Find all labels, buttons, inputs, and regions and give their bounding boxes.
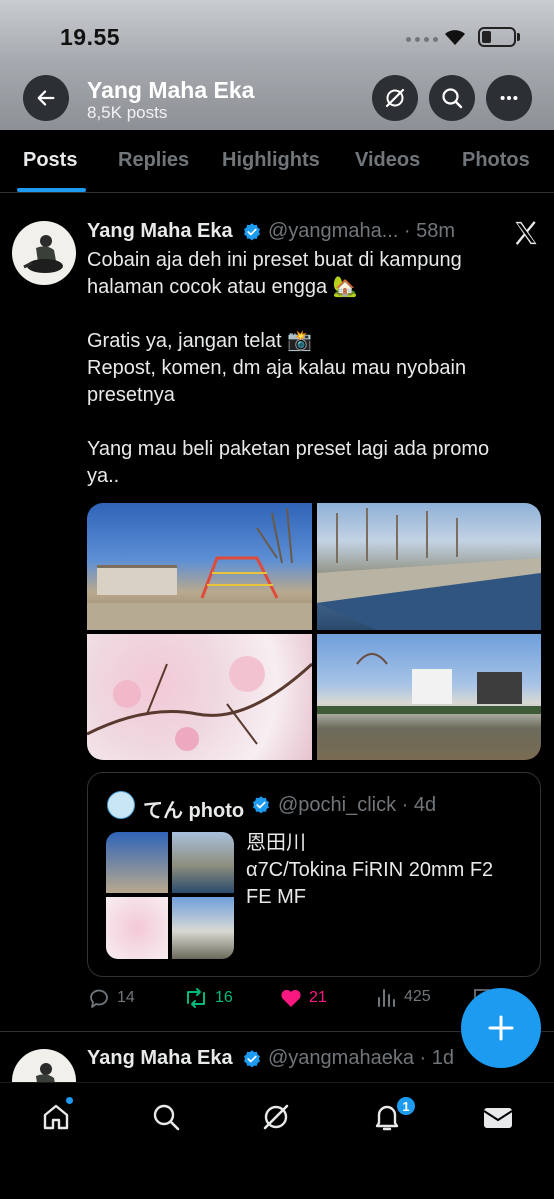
quoted-handle-timestamp: @pochi_click · 4d <box>278 794 437 816</box>
notification-badge: 1 <box>395 1095 417 1117</box>
battery-nub <box>517 33 520 41</box>
wifi-icon <box>445 30 465 45</box>
quoted-photo-grid <box>106 832 234 959</box>
nav-messages[interactable] <box>480 1099 516 1135</box>
quoted-text: 恩田川 α7C/Tokina FiRIN 20mm F2 FE MF <box>246 830 531 911</box>
explore-icon <box>153 1104 180 1131</box>
quoted-avatar <box>107 791 135 819</box>
author-name[interactable]: Yang Maha Eka <box>87 220 233 243</box>
photo-river[interactable] <box>317 503 541 630</box>
compose-plus-icon <box>488 1015 514 1041</box>
verified-icon <box>244 223 260 241</box>
tab-videos[interactable]: Videos <box>355 149 420 172</box>
repost-icon <box>187 988 205 1008</box>
tab-highlights[interactable]: Highlights <box>222 149 320 172</box>
handle-timestamp[interactable]: @yangmahaeka · 1d <box>268 1047 454 1070</box>
signal-icon <box>406 37 438 42</box>
home-icon <box>43 1104 69 1130</box>
views-icon <box>378 989 395 1007</box>
tweet-line: Yang mau beli paketan preset lagi ada pr… <box>87 438 490 460</box>
tab-photos[interactable]: Photos <box>462 149 530 172</box>
avatar[interactable] <box>12 221 76 285</box>
reply-count: 14 <box>117 989 135 1006</box>
more-button[interactable] <box>486 75 532 121</box>
handle-timestamp[interactable]: @yangmaha... · 58m <box>268 220 455 243</box>
back-arrow-icon <box>37 90 55 106</box>
messages-icon <box>483 1108 513 1128</box>
verified-icon <box>244 1050 260 1068</box>
status-time: 19.55 <box>60 24 121 50</box>
verified-icon <box>253 796 269 814</box>
photo-grid <box>87 503 541 760</box>
photo-playground[interactable] <box>87 503 312 630</box>
repost-count: 16 <box>215 989 233 1006</box>
quoted-author-name: てん photo <box>143 800 245 822</box>
quoted-line: FE MF <box>246 886 306 908</box>
more-icon <box>500 95 518 101</box>
reply-button[interactable]: 14 <box>87 986 135 1010</box>
post-count: 8,5K posts <box>87 103 168 122</box>
tab-posts[interactable]: Posts <box>23 149 77 172</box>
reply-icon <box>90 989 108 1008</box>
quoted-photo <box>106 897 168 959</box>
tweet-line: Cobain aja deh ini preset buat di kampun… <box>87 249 462 271</box>
bottom-navigation: 1 <box>0 1082 554 1199</box>
quoted-line: 恩田川 <box>246 832 306 854</box>
quoted-photo <box>106 832 168 893</box>
tab-replies[interactable]: Replies <box>118 149 189 172</box>
x-logo-icon <box>515 221 537 245</box>
tweet-text: Cobain aja deh ini preset buat di kampun… <box>87 247 527 490</box>
battery-icon <box>478 27 516 47</box>
profile-tabs: Posts Replies Highlights Videos Photos <box>0 130 554 193</box>
river-illustration <box>317 508 541 630</box>
tweet-line: presetnya <box>87 384 175 406</box>
nav-explore[interactable] <box>148 1099 184 1135</box>
blossom-illustration <box>87 656 314 751</box>
search-button[interactable] <box>429 75 475 121</box>
profile-name-title: Yang Maha Eka <box>87 77 255 103</box>
tweet-line: halaman cocok atau engga 🏡 <box>87 276 358 298</box>
home-unread-dot <box>66 1097 73 1104</box>
search-icon <box>442 88 463 109</box>
compose-button[interactable] <box>461 988 541 1068</box>
views-button[interactable]: 425 <box>376 986 431 1008</box>
photo-houses[interactable] <box>317 634 541 760</box>
houses-illustration <box>317 653 541 714</box>
playground-illustration <box>87 507 312 630</box>
tweet-line <box>87 301 527 328</box>
views-count: 425 <box>404 988 431 1005</box>
nav-grok[interactable] <box>258 1099 294 1135</box>
photo-cherry-blossom[interactable] <box>87 634 314 760</box>
tweet-line: ya.. <box>87 465 120 487</box>
back-button[interactable] <box>23 75 69 121</box>
quoted-photo <box>172 832 234 893</box>
like-count: 21 <box>309 989 327 1006</box>
grok-icon <box>263 1104 289 1130</box>
status-bar: 19.55 <box>0 0 554 72</box>
author-name[interactable]: Yang Maha Eka <box>87 1047 233 1070</box>
quoted-line: α7C/Tokina FiRIN 20mm F2 <box>246 859 494 881</box>
grok-button[interactable] <box>372 75 418 121</box>
like-button[interactable]: 21 <box>279 986 327 1010</box>
tweet-line: Repost, komen, dm aja kalau mau nyobain <box>87 357 467 379</box>
active-tab-indicator <box>17 188 86 192</box>
quoted-tweet-card[interactable]: てん photo @pochi_click · 4d 恩田川 α7C/Tokin… <box>87 772 541 977</box>
like-icon <box>281 989 301 1007</box>
grok-icon <box>385 88 405 108</box>
avatar-illustration <box>23 235 63 273</box>
tweet-line: Gratis ya, jangan telat 📸 <box>87 330 313 352</box>
nav-home[interactable] <box>38 1099 74 1135</box>
quoted-photo <box>172 897 234 959</box>
tweet-line <box>87 409 527 436</box>
repost-button[interactable]: 16 <box>183 986 233 1010</box>
